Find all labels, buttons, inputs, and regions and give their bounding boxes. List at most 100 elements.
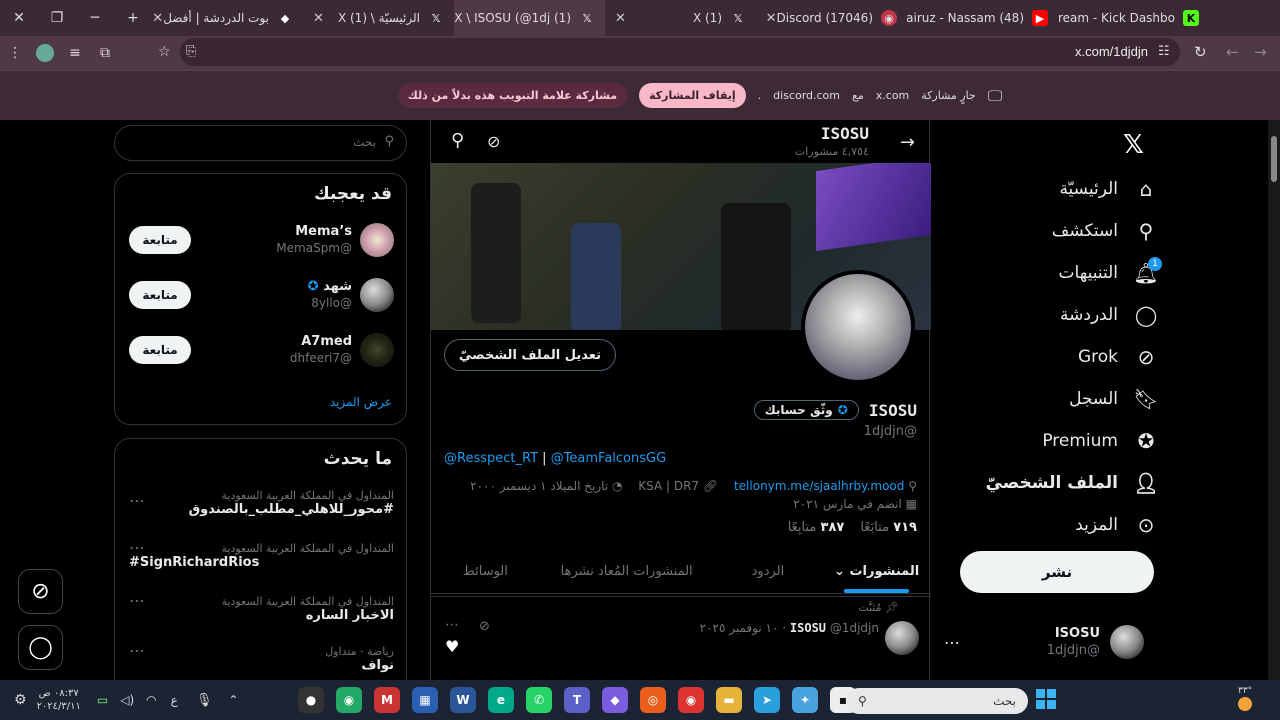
nav-chat[interactable]: ◯ الدردشة [958,294,1158,336]
language-indicator[interactable]: ع [171,693,178,707]
grok-icon[interactable]: ⊘ [479,619,490,634]
browser-tab[interactable]: ▶ (48) Fairuz - Nassam ✕ [907,0,1058,36]
weather-widget[interactable]: ٣٣° [1238,686,1252,711]
more-dots-icon[interactable]: ⋯ [129,491,145,510]
tab-reposts[interactable]: المنشورات المُعاد نشرها [540,550,714,593]
chevron-up-icon[interactable]: ⌃ [228,693,238,707]
minimize-window-icon[interactable]: ─ [76,10,114,26]
close-tab-icon[interactable]: ✕ [766,11,777,26]
teams-icon[interactable]: T [564,687,590,713]
url-field[interactable] [180,38,1180,66]
app-icon[interactable]: ◆ [602,687,628,713]
clock[interactable]: ٠٨:٣٧ ص ٢٠٢٤/٣/١١ [37,687,81,713]
playlist-icon[interactable]: ≡ [60,45,90,61]
chrome-icon[interactable]: ◉ [678,687,704,713]
browser-tab[interactable]: 𝕏 الرئيسيّة \ (1) X ✕ [303,0,454,36]
following-stat[interactable]: ٧١٩ متابَعًا [860,520,917,535]
pinned-post[interactable]: 📌︎ مُثبَّت ISOSU @1djdjn · ١٠ نوفمبر ٢٠٢… [431,596,931,680]
volume-icon[interactable]: ◁) [120,693,134,707]
microphone-icon[interactable]: 🎙︎ [196,693,213,708]
new-tab-icon[interactable]: + [114,10,152,26]
avatar[interactable] [885,621,919,655]
chat-floating-button[interactable]: ◯ [18,625,63,670]
tab-replies[interactable]: الردود [714,550,823,593]
telegram-icon[interactable]: ➤ [754,687,780,713]
post-button[interactable]: نشر [960,551,1154,593]
page-scrollbar[interactable] [1268,120,1280,680]
app-icon[interactable]: M [374,687,400,713]
browser-tab[interactable]: ◉ (17046) Discord ✕ [756,0,907,36]
bio-mention-link[interactable]: @Resspect_RT [444,451,538,466]
nav-notifications[interactable]: 🔔︎ 1 التنبيهات [958,252,1162,294]
more-dots-icon[interactable]: ⋯ [944,633,960,652]
verify-account-button[interactable]: ✪ وثّق حسابك [753,400,859,420]
post-date[interactable]: ١٠ نوفمبر ٢٠٢٥ [700,621,779,635]
whatsapp-icon[interactable]: ✆ [526,687,552,713]
nav-more[interactable]: ⊙ المزيد [958,504,1158,546]
tab-media[interactable]: الوسائط [431,550,540,593]
browser-tab-active[interactable]: 𝕏 (1) X \ ISOSU (@1dj ✕ [454,0,605,36]
profile-website-link[interactable]: tellonym.me/sjaalhrby.mood [734,479,904,493]
follow-button[interactable]: متابعة [129,226,191,254]
more-dots-icon[interactable]: ⋯ [129,538,145,557]
bio-mention-link[interactable]: @TeamFalconsGG [551,451,666,466]
nav-home[interactable]: ⌂ الرئيسيّة [958,168,1158,210]
app-icon[interactable]: ● [298,687,324,713]
edge-icon[interactable]: e [488,687,514,713]
edit-profile-button[interactable]: تعديل الملف الشخصيّ [444,339,617,371]
more-dots-icon[interactable]: ⋯ [129,591,145,610]
trend-item[interactable]: المتداول في المملكة العربية السعودية #Si… [115,538,408,570]
menu-icon[interactable]: ⋮ [0,45,30,61]
nav-profile[interactable]: 👤︎ الملف الشخصيّ [958,462,1159,504]
browser-tab[interactable]: 𝕏 (1) X ✕ [605,0,756,36]
suggested-user[interactable]: شهد ✪ @8yllo متابعة [115,271,408,319]
close-tab-icon[interactable]: ✕ [152,11,163,26]
heart-icon[interactable]: ♥ [445,637,459,656]
taskbar-search[interactable]: بحث ⚲ [846,688,1028,714]
extensions-icon[interactable]: ⧉ [90,45,120,61]
close-window-icon[interactable]: ✕ [0,10,38,26]
trend-item[interactable]: المتداول في المملكة العربية السعودية الا… [115,591,408,623]
browser-tab[interactable]: K Stream - Kick Dashbo ✕ [1058,0,1209,36]
scrollbar-thumb[interactable] [1271,136,1277,182]
restore-window-icon[interactable]: ❐ [38,10,76,26]
nav-premium[interactable]: ✪ Premium [958,420,1158,462]
site-settings-icon[interactable]: ☷ [1158,44,1170,59]
close-tab-icon[interactable]: ✕ [615,11,626,26]
nav-explore[interactable]: ⚲ استكشف [958,210,1158,252]
suggested-user[interactable]: Mema’s @MemaSpm متابعة [115,216,408,264]
browser-tab[interactable]: ◆ بوت الدردشة | أفضل ✕ [152,0,303,36]
grok-floating-button[interactable]: ⊘ [18,569,63,614]
taskbar-settings-icon[interactable]: ⚙ [14,692,27,708]
word-icon[interactable]: W [450,687,476,713]
wifi-icon[interactable]: ◠ [146,693,156,707]
search-input[interactable]: ⚲ بحث [114,125,407,161]
reload-icon[interactable]: ↻ [1194,43,1207,61]
install-app-icon[interactable]: ⎘ [186,44,196,59]
more-dots-icon[interactable]: ⋯ [129,641,145,660]
follow-button[interactable]: متابعة [129,336,191,364]
folder-icon[interactable]: ▬ [716,687,742,713]
chrome-icon[interactable]: ◉ [336,687,362,713]
trend-item[interactable]: المتداول في المملكة العربية السعودية #مح… [115,489,408,517]
post-author[interactable]: ISOSU [790,621,826,635]
suggested-user[interactable]: A7med @dhfeeri7 متابعة [115,326,408,374]
url-text[interactable]: x.com/1djdjn [1075,44,1148,59]
app-icon[interactable]: ▦ [412,687,438,713]
tab-posts[interactable]: المنشورات ⌄ [822,550,931,593]
back-arrow-icon[interactable]: → [900,132,915,153]
followers-stat[interactable]: ٣٨٧ متابِعًا [788,520,845,535]
nav-grok[interactable]: ⊘ Grok [958,336,1158,378]
nav-bookmarks[interactable]: 🔖︎ السجل [958,378,1159,420]
back-icon[interactable]: ← [1226,43,1239,61]
profile-avatar-icon[interactable] [36,44,54,62]
app-icon[interactable]: ◎ [640,687,666,713]
x-logo-icon[interactable]: 𝕏 [1123,130,1144,160]
follow-button[interactable]: متابعة [129,281,191,309]
share-this-tab-button[interactable]: مشاركة علامة التبويب هذه بدلاً من ذلك [397,83,628,108]
stop-sharing-button[interactable]: إيقاف المشاركة [639,83,746,108]
close-tab-icon[interactable]: ✕ [313,11,324,26]
more-dots-icon[interactable]: ⋯ [445,617,459,633]
battery-icon[interactable]: ▭ [97,693,108,707]
trend-item[interactable]: رياضة · متداول نواف ⋯ [115,641,408,673]
